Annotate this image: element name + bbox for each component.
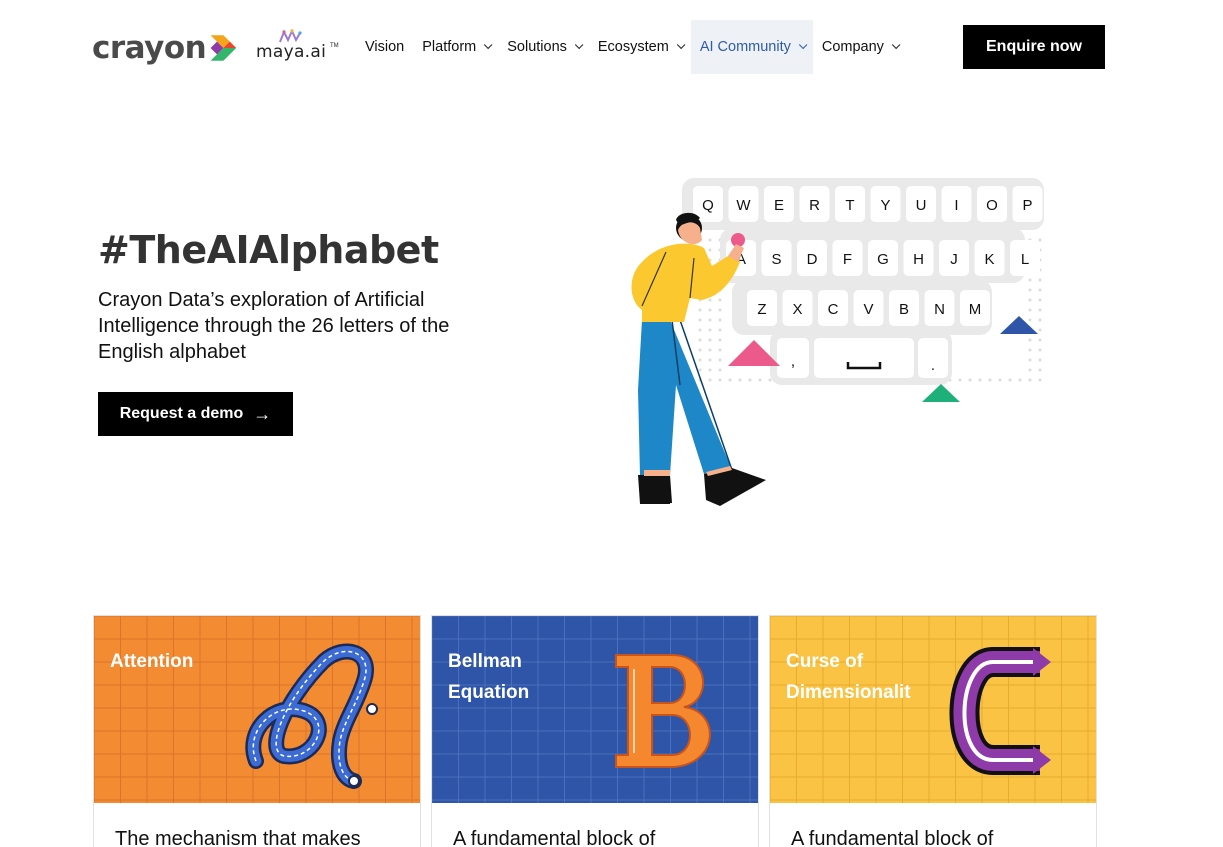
key-label: G xyxy=(877,251,889,268)
card-title: Bellman Equation xyxy=(448,651,530,703)
key-label: J xyxy=(950,251,958,268)
nav-item-solutions[interactable]: Solutions xyxy=(498,20,589,74)
key-label: R xyxy=(809,197,820,214)
chevron-down-icon xyxy=(484,40,493,50)
chevron-down-icon xyxy=(798,40,808,50)
card-banner: Curse of Dimensionalit xyxy=(770,616,1096,803)
key-label: E xyxy=(774,197,784,214)
comma-key-label: , xyxy=(791,353,795,370)
page-title: #TheAIAlphabet xyxy=(98,228,439,272)
period-key-label: . xyxy=(931,357,935,374)
letter-a-icon xyxy=(245,643,378,789)
nav-item-label: Company xyxy=(821,39,884,55)
trademark-mark: TM xyxy=(330,43,339,49)
key-label: V xyxy=(863,301,873,318)
chevron-down-icon xyxy=(574,40,584,50)
crayon-logo-text: crayon xyxy=(92,29,207,66)
key-label: S xyxy=(771,251,781,268)
card-bellman-equation[interactable]: Bellman Equation A fundamental block of xyxy=(431,615,759,847)
nav-item-platform[interactable]: Platform xyxy=(413,20,498,74)
nav-item-label: Ecosystem xyxy=(597,39,669,55)
card-attention[interactable]: Attention The mechanism that makes xyxy=(93,615,421,847)
card-description: A fundamental block of xyxy=(791,828,994,847)
key-label: D xyxy=(807,251,818,268)
key-label: N xyxy=(934,301,945,318)
key-label: W xyxy=(736,197,751,214)
key-label: P xyxy=(1022,197,1032,214)
chevron-down-icon xyxy=(891,40,901,50)
hero-subtitle: Crayon Data’s exploration of Artificial … xyxy=(98,289,450,363)
site-header: crayon maya.ai TM Vision Platform Soluti… xyxy=(0,0,1223,94)
blue-triangle xyxy=(1000,316,1038,334)
key-label: I xyxy=(954,197,958,214)
keyboard-illustration: QWERTYUIOP ASDFGHJKL ZXCVBNM , . xyxy=(631,178,1044,506)
nav-item-label: Vision xyxy=(365,39,405,55)
nav-item-ecosystem[interactable]: Ecosystem xyxy=(589,20,691,74)
card-description: The mechanism that makes xyxy=(115,828,361,847)
enquire-now-button[interactable]: Enquire now xyxy=(963,25,1105,69)
crayon-logo[interactable]: crayon xyxy=(92,28,238,68)
request-demo-label: Request a demo xyxy=(119,405,244,422)
arrow-right-icon: → xyxy=(253,403,272,424)
key-label: X xyxy=(792,301,802,318)
key-label: O xyxy=(986,197,998,214)
request-demo-button[interactable]: Request a demo → xyxy=(98,392,293,436)
card-description: A fundamental block of xyxy=(453,828,656,847)
main-nav: Vision Platform Solutions Ecosystem AI C… xyxy=(356,20,906,74)
nav-item-ai-community[interactable]: AI Community xyxy=(690,20,813,74)
key-label: M xyxy=(969,301,982,318)
key-label: B xyxy=(899,301,909,318)
key-label: T xyxy=(845,197,854,214)
nav-item-vision[interactable]: Vision xyxy=(356,20,413,74)
nav-item-label: AI Community xyxy=(699,39,791,55)
card-curse-of-dimensionality[interactable]: Curse of Dimensionalit A fundamental blo… xyxy=(769,615,1097,847)
card-banner: Bellman Equation xyxy=(432,616,758,803)
nav-item-label: Solutions xyxy=(507,39,567,55)
maya-ai-logo[interactable]: maya.ai TM xyxy=(256,28,342,64)
card-title: Curse of Dimensionalit xyxy=(786,651,911,703)
letter-b-icon xyxy=(615,654,711,768)
key-label: C xyxy=(828,301,839,318)
key-label: F xyxy=(843,251,852,268)
letter-c-icon xyxy=(949,647,1051,775)
chevron-down-icon xyxy=(676,40,686,50)
card-banner: Attention xyxy=(94,616,420,803)
key-label: L xyxy=(1021,251,1029,268)
key-label: Z xyxy=(757,301,766,318)
nav-item-label: Platform xyxy=(422,39,477,55)
key-label: Q xyxy=(702,197,714,214)
maya-logo-text: maya.ai xyxy=(256,42,327,62)
key-label: H xyxy=(913,251,924,268)
key-label: U xyxy=(916,197,927,214)
crayon-chevron-icon xyxy=(210,35,237,61)
spacebar-key xyxy=(814,338,914,378)
nav-item-company[interactable]: Company xyxy=(813,20,906,74)
key-label: K xyxy=(984,251,994,268)
key-label: Y xyxy=(880,197,890,214)
green-triangle xyxy=(922,384,960,402)
